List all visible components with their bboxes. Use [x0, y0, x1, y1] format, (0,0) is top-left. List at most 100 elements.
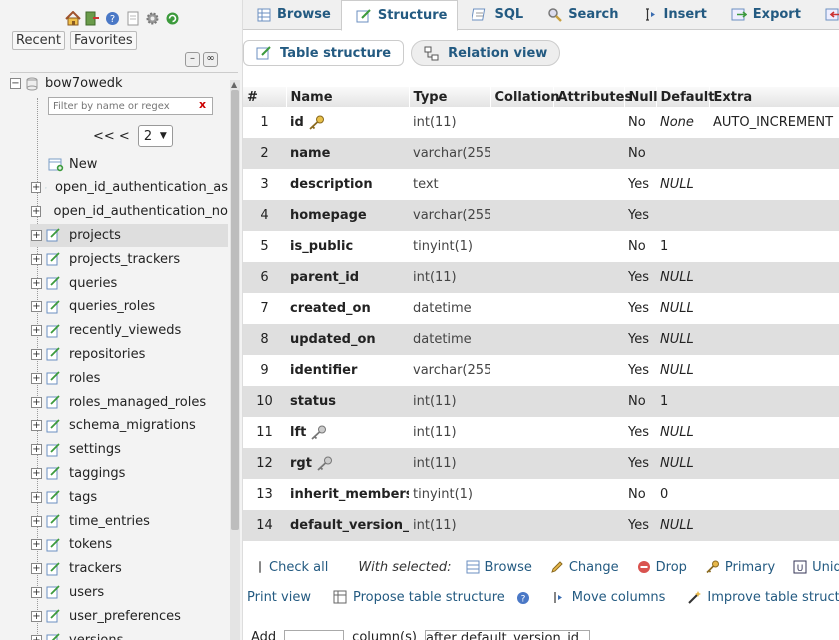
tab-export[interactable]: Export: [717, 0, 811, 29]
table-structure-tab[interactable]: Table structure: [243, 40, 405, 66]
tab-insert[interactable]: Insert: [629, 0, 717, 29]
sidebar-table-item[interactable]: + recently_vieweds: [30, 319, 228, 343]
sidebar-table-item[interactable]: + versions: [30, 628, 228, 640]
help-icon[interactable]: ?: [516, 591, 530, 605]
pager-prev-button[interactable]: << <: [93, 129, 130, 144]
settings-gear-icon[interactable]: [144, 10, 161, 27]
column-header[interactable]: #: [243, 87, 287, 107]
column-header[interactable]: Type: [409, 87, 491, 107]
sidebar-table-item[interactable]: + user_preferences: [30, 604, 228, 628]
tab-search[interactable]: Search: [533, 0, 628, 29]
expand-table-icon[interactable]: +: [31, 586, 42, 598]
table-structure-icon[interactable]: [46, 466, 61, 480]
table-structure-icon[interactable]: [46, 395, 61, 409]
sidebar-table-item[interactable]: + roles: [30, 366, 228, 390]
page-select[interactable]: 2 ▼: [137, 125, 173, 147]
reload-icon[interactable]: [164, 10, 181, 27]
column-header[interactable]: Attributes: [553, 87, 632, 107]
table-structure-icon[interactable]: [46, 276, 61, 290]
expand-table-icon[interactable]: +: [31, 539, 42, 551]
expand-table-icon[interactable]: +: [31, 229, 42, 241]
expand-table-icon[interactable]: +: [31, 372, 42, 384]
database-row[interactable]: − bow7owedk: [10, 76, 122, 91]
collapse-all-icon[interactable]: –: [185, 52, 200, 67]
home-icon[interactable]: [64, 10, 81, 27]
expand-table-icon[interactable]: +: [31, 182, 42, 194]
sidebar-table-item[interactable]: + settings: [30, 438, 228, 462]
sidebar-table-item[interactable]: + queries_roles: [30, 295, 228, 319]
favorites-tab[interactable]: Favorites: [69, 31, 137, 50]
expand-table-icon[interactable]: +: [31, 206, 42, 218]
link-with-main-icon[interactable]: ∞: [203, 52, 218, 67]
table-structure-icon[interactable]: [46, 538, 61, 552]
table-row[interactable]: 5 is_public tinyint(1) No 1: [243, 231, 839, 262]
table-structure-icon[interactable]: [46, 585, 61, 599]
expand-table-icon[interactable]: +: [31, 515, 42, 527]
bulk-change-button[interactable]: Change: [550, 560, 619, 575]
tab-browse[interactable]: Browse: [243, 0, 341, 29]
column-header[interactable]: Collation: [490, 87, 560, 107]
sidebar-table-item[interactable]: + queries: [30, 271, 228, 295]
sidebar-table-item[interactable]: + tokens: [30, 533, 228, 557]
column-header[interactable]: Null: [624, 87, 658, 107]
table-structure-icon[interactable]: [46, 324, 61, 338]
column-header[interactable]: Default: [656, 87, 714, 107]
column-header[interactable]: Name: [286, 87, 410, 107]
expand-table-icon[interactable]: +: [31, 444, 42, 456]
sidebar-table-item[interactable]: + roles_managed_roles: [30, 390, 228, 414]
expand-table-icon[interactable]: +: [31, 325, 42, 337]
table-structure-icon[interactable]: [46, 252, 61, 266]
table-filter-input[interactable]: [48, 97, 213, 115]
expand-table-icon[interactable]: +: [31, 301, 42, 313]
bulk-drop-button[interactable]: Drop: [637, 560, 687, 575]
expand-table-icon[interactable]: +: [31, 467, 42, 479]
check-all-link[interactable]: Check all: [269, 560, 328, 575]
table-row[interactable]: 1 id int(11) No None AUTO_INCREMENT: [243, 107, 839, 138]
scroll-up-icon[interactable]: ▲: [231, 80, 237, 89]
bulk-primary-button[interactable]: Primary: [705, 560, 775, 575]
nav-scrollbar[interactable]: ▲: [230, 80, 240, 640]
sidebar-table-item[interactable]: + open_id_authentication_as: [30, 176, 228, 200]
table-structure-icon[interactable]: [46, 419, 61, 433]
propose-structure-link[interactable]: Propose table structure ?: [333, 590, 530, 605]
expand-table-icon[interactable]: +: [31, 610, 42, 622]
table-row[interactable]: 13 inherit_members tinyint(1) No 0: [243, 479, 839, 510]
tab-structure[interactable]: Structure: [340, 0, 459, 31]
table-structure-icon[interactable]: [46, 633, 61, 640]
table-structure-icon[interactable]: [46, 300, 61, 314]
expand-table-icon[interactable]: +: [31, 277, 42, 289]
help-icon[interactable]: ?: [104, 10, 121, 27]
logout-icon[interactable]: [84, 10, 101, 27]
table-structure-icon[interactable]: [46, 347, 61, 361]
add-after-select[interactable]: after default_version_id: [424, 630, 590, 640]
docs-icon[interactable]: [124, 10, 141, 27]
table-row[interactable]: 9 identifier varchar(255) Yes NULL: [243, 355, 839, 386]
table-row[interactable]: 2 name varchar(255) No: [243, 138, 839, 169]
sidebar-table-item[interactable]: + tags: [30, 485, 228, 509]
print-view-link[interactable]: Print view: [247, 590, 311, 605]
sidebar-table-item[interactable]: + projects: [30, 223, 228, 248]
sidebar-table-item[interactable]: + taggings: [30, 462, 228, 486]
improve-structure-link[interactable]: Improve table structure: [687, 590, 839, 605]
table-row[interactable]: 7 created_on datetime Yes NULL: [243, 293, 839, 324]
table-structure-icon[interactable]: [45, 181, 47, 195]
table-row[interactable]: 12 rgt int(11) Yes NULL: [243, 448, 839, 479]
new-table-row[interactable]: New: [48, 157, 97, 172]
tab-sql[interactable]: SQL: [458, 0, 533, 29]
table-row[interactable]: 4 homepage varchar(255) Yes: [243, 200, 839, 231]
table-row[interactable]: 8 updated_on datetime Yes NULL: [243, 324, 839, 355]
scrollbar-thumb[interactable]: [231, 90, 239, 530]
sidebar-table-item[interactable]: + open_id_authentication_no: [30, 200, 228, 224]
table-structure-icon[interactable]: [46, 562, 61, 576]
expand-table-icon[interactable]: +: [31, 396, 42, 408]
table-row[interactable]: 11 lft int(11) Yes NULL: [243, 417, 839, 448]
sidebar-table-item[interactable]: + time_entries: [30, 509, 228, 533]
sidebar-table-item[interactable]: + users: [30, 581, 228, 605]
table-row[interactable]: 3 description text Yes NULL: [243, 169, 839, 200]
recent-tab[interactable]: Recent: [12, 31, 65, 50]
move-columns-link[interactable]: Move columns: [552, 590, 665, 605]
relation-view-tab[interactable]: Relation view: [411, 40, 561, 66]
table-row[interactable]: 10 status int(11) No 1: [243, 386, 839, 417]
sidebar-table-item[interactable]: + projects_trackers: [30, 247, 228, 271]
check-all-checkbox[interactable]: [259, 561, 261, 573]
